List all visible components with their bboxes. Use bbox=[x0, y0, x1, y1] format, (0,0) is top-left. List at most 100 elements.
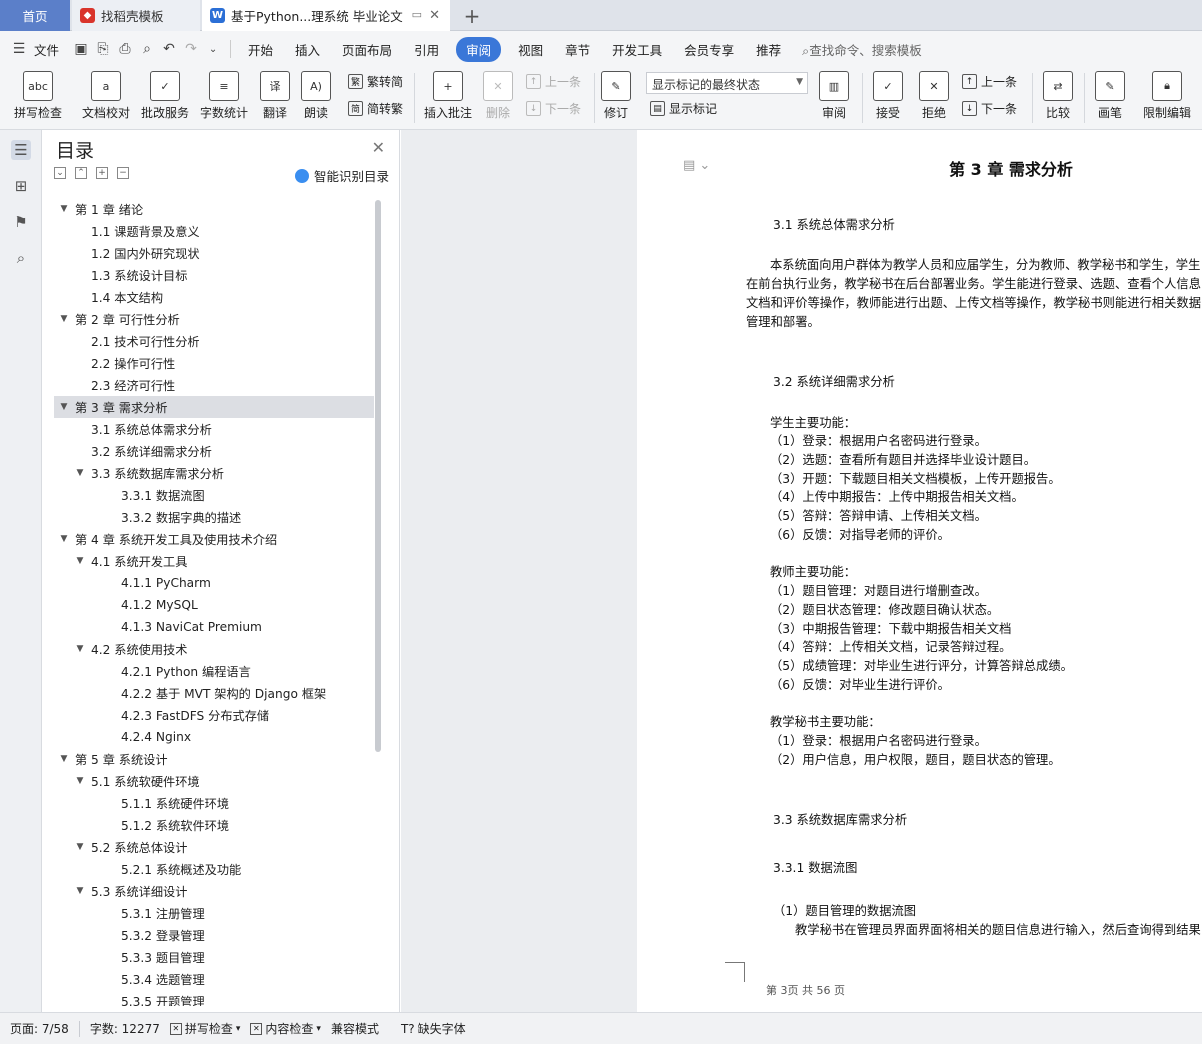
chevron-down-icon[interactable]: ▼ bbox=[74, 644, 86, 654]
remove-heading-icon[interactable]: − bbox=[117, 167, 129, 179]
toc-item[interactable]: ▼ 3.3 系统数据库需求分析 bbox=[54, 462, 374, 484]
show-markup-button[interactable]: ▤ 显示标记 bbox=[650, 100, 717, 117]
status-spell-check[interactable]: ✕ 拼写检查 ▾ bbox=[169, 1020, 240, 1037]
toc-item[interactable]: 5.3.2 登录管理 bbox=[54, 924, 374, 946]
toc-item[interactable]: 4.2.2 基于 MVT 架构的 Django 框架 bbox=[54, 682, 374, 704]
close-tab-icon[interactable]: ✕ bbox=[429, 8, 440, 23]
insert-comment-button[interactable]: + 插入批注 bbox=[422, 71, 474, 121]
toc-item[interactable]: 5.3.5 开题管理 bbox=[54, 990, 374, 1006]
toc-pane-icon[interactable]: ☰ bbox=[11, 140, 31, 160]
toc-item[interactable]: 4.2.3 FastDFS 分布式存储 bbox=[54, 704, 374, 726]
compare-button[interactable]: ⇄ 比较 bbox=[1040, 71, 1076, 121]
add-heading-icon[interactable]: + bbox=[96, 167, 108, 179]
expand-all-icon[interactable]: ⌄ bbox=[54, 167, 66, 179]
toc-item[interactable]: 3.2 系统详细需求分析 bbox=[54, 440, 374, 462]
menu-item-chapter[interactable]: 章节 bbox=[554, 40, 601, 59]
restrict-edit-button[interactable]: 🔒︎ 限制编辑 bbox=[1138, 71, 1196, 121]
toc-item[interactable]: ▼ 5.3 系统详细设计 bbox=[54, 880, 374, 902]
menu-item-insert[interactable]: 插入 bbox=[284, 40, 331, 59]
toc-item[interactable]: ▼ 第 4 章 系统开发工具及使用技术介绍 bbox=[54, 528, 374, 550]
menu-item-review[interactable]: 审阅 bbox=[456, 36, 502, 62]
toc-item[interactable]: 5.3.4 选题管理 bbox=[54, 968, 374, 990]
menu-item-view[interactable]: 视图 bbox=[507, 40, 554, 59]
word-count-indicator[interactable]: 字数: 12277 bbox=[90, 1020, 160, 1037]
prev-change-button[interactable]: ↑ 上一条 bbox=[962, 73, 1017, 90]
chevron-down-icon[interactable]: ▼ bbox=[58, 314, 70, 324]
missing-font[interactable]: T? 缺失字体 bbox=[401, 1020, 466, 1037]
menu-item-recommend[interactable]: 推荐 bbox=[745, 40, 792, 59]
preview-icon[interactable]: ⌕ bbox=[136, 41, 158, 57]
toc-item[interactable]: 4.2.1 Python 编程语言 bbox=[54, 660, 374, 682]
chevron-down-icon[interactable]: ▼ bbox=[74, 468, 86, 478]
toc-item[interactable]: 3.1 系统总体需求分析 bbox=[54, 418, 374, 440]
toc-item[interactable]: 1.2 国内外研究现状 bbox=[54, 242, 374, 264]
toc-item[interactable]: 5.1.2 系统软件环境 bbox=[54, 814, 374, 836]
page-indicator[interactable]: 页面: 7/58 bbox=[10, 1020, 69, 1037]
export-icon[interactable]: ⎘ bbox=[92, 41, 114, 57]
toc-item[interactable]: ▼ 第 1 章 绪论 bbox=[54, 198, 374, 220]
toc-item[interactable]: 1.3 系统设计目标 bbox=[54, 264, 374, 286]
chevron-down-icon[interactable]: ▼ bbox=[74, 842, 86, 852]
chevron-down-icon[interactable]: ▼ bbox=[58, 754, 70, 764]
reject-button[interactable]: ✕ 拒绝 bbox=[916, 71, 952, 121]
search-icon[interactable]: ⌕ bbox=[11, 248, 31, 268]
tab-home[interactable]: 首页 bbox=[0, 0, 70, 31]
toc-item[interactable]: 4.1.3 NaviCat Premium bbox=[54, 616, 374, 638]
toc-item[interactable]: 5.1.1 系统硬件环境 bbox=[54, 792, 374, 814]
new-tab-button[interactable]: + bbox=[458, 0, 486, 31]
toc-item[interactable]: 3.3.2 数据字典的描述 bbox=[54, 506, 374, 528]
print-icon[interactable]: ⎙ bbox=[114, 41, 136, 57]
toc-item[interactable]: ▼ 5.2 系统总体设计 bbox=[54, 836, 374, 858]
toc-item[interactable]: ▼ 5.1 系统软硬件环境 bbox=[54, 770, 374, 792]
save-icon[interactable]: ▣ bbox=[70, 41, 92, 57]
chevron-down-icon[interactable]: ▼ bbox=[58, 534, 70, 544]
status-content-check[interactable]: ✕ 内容检查 ▾ bbox=[250, 1020, 321, 1037]
simp-to-trad-button[interactable]: 简 简转繁 bbox=[348, 100, 403, 117]
next-change-button[interactable]: ↓ 下一条 bbox=[962, 100, 1017, 117]
chapter-nav-icon[interactable]: ⊞ bbox=[11, 176, 31, 196]
toc-item[interactable]: 4.1.2 MySQL bbox=[54, 594, 374, 616]
monitor-icon[interactable]: ▭ bbox=[412, 8, 422, 21]
batch-service-button[interactable]: ✓ 批改服务 bbox=[140, 71, 190, 121]
toc-item[interactable]: 2.2 操作可行性 bbox=[54, 352, 374, 374]
undo-icon[interactable]: ↶ bbox=[158, 41, 180, 57]
close-icon[interactable]: ✕ bbox=[372, 138, 385, 157]
toc-item[interactable]: ▼ 4.1 系统开发工具 bbox=[54, 550, 374, 572]
read-aloud-button[interactable]: A) 朗读 bbox=[300, 71, 332, 121]
chevron-down-icon[interactable]: ⌄ bbox=[202, 44, 224, 55]
tab-document[interactable]: W 基于Python...理系统 毕业论文 ▭ ✕ bbox=[202, 0, 450, 31]
word-count-button[interactable]: ≡ 字数统计 bbox=[198, 71, 250, 121]
toc-item[interactable]: 4.2.4 Nginx bbox=[54, 726, 374, 748]
smart-toc-button[interactable]: 智能识别目录 bbox=[294, 166, 389, 185]
toc-item[interactable]: 5.3.1 注册管理 bbox=[54, 902, 374, 924]
compat-mode[interactable]: 兼容模式 bbox=[331, 1020, 379, 1037]
delete-comment-button[interactable]: ✕ 删除 bbox=[480, 71, 516, 121]
review-pane-button[interactable]: ▥ 审阅 bbox=[816, 71, 852, 121]
toc-item[interactable]: 2.1 技术可行性分析 bbox=[54, 330, 374, 352]
menu-item-devtools[interactable]: 开发工具 bbox=[601, 40, 673, 59]
hamburger-icon[interactable]: ☰ bbox=[8, 41, 30, 57]
toc-item[interactable]: 1.1 课题背景及意义 bbox=[54, 220, 374, 242]
toc-item[interactable]: ▼ 第 2 章 可行性分析 bbox=[54, 308, 374, 330]
chevron-down-icon[interactable]: ▼ bbox=[58, 402, 70, 412]
redo-icon[interactable]: ↷ bbox=[180, 41, 202, 57]
menu-item-reference[interactable]: 引用 bbox=[403, 40, 450, 59]
tab-template[interactable]: ◆ 找稻壳模板 bbox=[72, 0, 200, 31]
toc-item[interactable]: 5.3.3 题目管理 bbox=[54, 946, 374, 968]
pen-button[interactable]: ✎ 画笔 bbox=[1092, 71, 1128, 121]
chevron-down-icon[interactable]: ▼ bbox=[74, 776, 86, 786]
collapse-all-icon[interactable]: ⌃ bbox=[75, 167, 87, 179]
markup-state-dropdown[interactable]: 显示标记的最终状态 ▼ bbox=[646, 72, 808, 94]
menu-item-start[interactable]: 开始 bbox=[237, 40, 284, 59]
toc-item[interactable]: 3.3.1 数据流图 bbox=[54, 484, 374, 506]
command-search[interactable]: ⌕查找命令、搜索模板 bbox=[802, 40, 922, 59]
chevron-down-icon[interactable]: ▼ bbox=[74, 886, 86, 896]
toc-item[interactable]: 4.1.1 PyCharm bbox=[54, 572, 374, 594]
chevron-down-icon[interactable]: ▼ bbox=[58, 204, 70, 214]
bookmark-icon[interactable]: ⚑ bbox=[11, 212, 31, 232]
chevron-down-icon[interactable]: ▼ bbox=[74, 556, 86, 566]
toc-item[interactable]: 5.2.1 系统概述及功能 bbox=[54, 858, 374, 880]
doc-proof-button[interactable]: a 文档校对 bbox=[80, 71, 132, 121]
toc-item[interactable]: 2.3 经济可行性 bbox=[54, 374, 374, 396]
menu-item-vip[interactable]: 会员专享 bbox=[673, 40, 745, 59]
